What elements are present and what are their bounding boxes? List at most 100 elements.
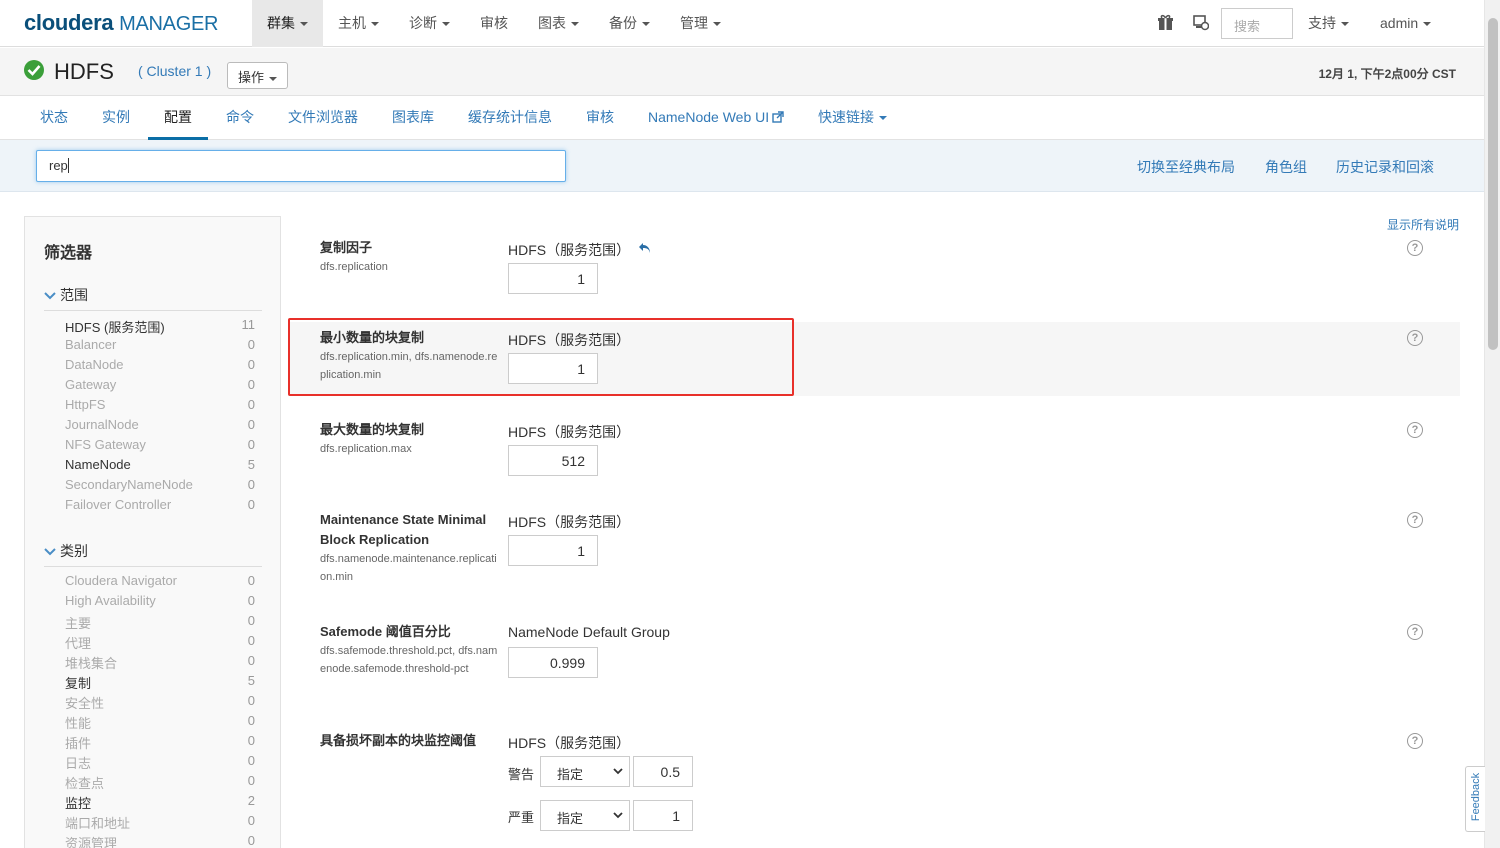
scope-filter-item[interactable]: NFS Gateway 0 xyxy=(65,437,255,457)
config-row-corrupt-replica-threshold: 具备损坏副本的块监控阈值 HDFS（服务范围） ? 警告 指定 0.5 严重 指… xyxy=(288,725,1460,848)
tab-cache-statistics[interactable]: 缓存统计信息 xyxy=(468,96,552,140)
tab-commands[interactable]: 命令 xyxy=(226,96,254,140)
critical-mode-select[interactable]: 指定 xyxy=(540,800,630,831)
category-filter-item[interactable]: 检查点 0 xyxy=(65,773,255,793)
scope-filter-item[interactable]: NameNode 5 xyxy=(65,457,255,477)
filter-item-count: 0 xyxy=(247,613,255,628)
tab-chart-library[interactable]: 图表库 xyxy=(392,96,434,140)
scope-filter-item[interactable]: Balancer 0 xyxy=(65,337,255,357)
scope-filter-item[interactable]: Gateway 0 xyxy=(65,377,255,397)
caret-down-icon xyxy=(879,116,887,121)
replication-max-value-input[interactable]: 512 xyxy=(508,445,598,476)
caret-down-icon xyxy=(300,22,308,27)
tab-audits[interactable]: 审核 xyxy=(586,96,614,140)
nav-charts[interactable]: 图表 xyxy=(523,0,594,47)
current-timestamp[interactable]: 12月 1, 下午2点00分 CST xyxy=(1319,65,1456,82)
scrollbar-thumb[interactable] xyxy=(1488,18,1498,350)
role-groups-link[interactable]: 角色组 xyxy=(1265,157,1307,177)
scope-filter-item[interactable]: SecondaryNameNode 0 xyxy=(65,477,255,497)
category-filter-item[interactable]: 日志 0 xyxy=(65,753,255,773)
filter-item-count: 0 xyxy=(247,437,255,452)
filter-sidebar: 筛选器 范围 HDFS (服务范围) 11 Balancer 0 DataNode 0 Ga… xyxy=(24,216,281,848)
warning-value-input[interactable]: 0.5 xyxy=(633,756,693,787)
history-rollback-link[interactable]: 历史记录和回滚 xyxy=(1336,157,1434,177)
filter-item-label: 插件 xyxy=(65,736,92,751)
caret-down-icon xyxy=(1423,22,1432,27)
tab-quick-links[interactable]: 快速链接 xyxy=(818,96,887,140)
category-filter-item[interactable]: 监控 2 xyxy=(65,793,255,813)
category-filter-item[interactable]: 安全性 0 xyxy=(65,693,255,713)
help-icon[interactable]: ? xyxy=(1407,240,1423,256)
chevron-down-icon xyxy=(44,292,56,300)
nav-audits[interactable]: 审核 xyxy=(465,0,523,47)
filter-item-count: 0 xyxy=(247,773,255,788)
category-filter-item[interactable]: 插件 0 xyxy=(65,733,255,753)
scope-filter-item[interactable]: HttpFS 0 xyxy=(65,397,255,417)
safemode-threshold-value-input[interactable]: 0.999 xyxy=(508,647,598,678)
filter-item-label: SecondaryNameNode xyxy=(65,477,193,492)
tab-namenode-web-ui[interactable]: NameNode Web UI xyxy=(648,96,784,140)
filter-group-scope[interactable]: 范围 xyxy=(44,285,262,311)
chevron-down-icon xyxy=(613,768,623,775)
category-filter-item[interactable]: 代理 0 xyxy=(65,633,255,653)
filter-item-count: 11 xyxy=(241,317,256,332)
maintenance-replication-value-input[interactable]: 1 xyxy=(508,535,598,566)
category-filter-item[interactable]: Cloudera Navigator 0 xyxy=(65,573,255,593)
filter-item-count: 0 xyxy=(247,337,255,352)
tab-status[interactable]: 状态 xyxy=(40,96,68,140)
help-icon[interactable]: ? xyxy=(1407,512,1423,528)
help-icon[interactable]: ? xyxy=(1407,422,1423,438)
page-scrollbar[interactable] xyxy=(1484,0,1500,848)
running-commands-icon[interactable] xyxy=(1192,14,1210,32)
category-filter-item[interactable]: 性能 0 xyxy=(65,713,255,733)
filter-item-label: JournalNode xyxy=(65,417,139,432)
category-filter-item[interactable]: 端口和地址 0 xyxy=(65,813,255,833)
actions-dropdown[interactable]: 操作 xyxy=(227,62,289,89)
scope-filter-item[interactable]: HDFS (服务范围) 11 xyxy=(65,317,255,337)
nav-hosts[interactable]: 主机 xyxy=(323,0,394,47)
caret-down-icon xyxy=(1341,22,1349,27)
critical-value-input[interactable]: 1 xyxy=(633,800,693,831)
filter-item-label: 资源管理 xyxy=(65,836,118,848)
cloudera-manager-logo[interactable]: cloudera MANAGER xyxy=(24,10,218,36)
caret-down-icon xyxy=(642,22,650,27)
tab-file-browser[interactable]: 文件浏览器 xyxy=(288,96,358,140)
category-filter-item[interactable]: 堆栈集合 0 xyxy=(65,653,255,673)
warning-mode-select[interactable]: 指定 xyxy=(540,756,630,787)
filter-item-count: 2 xyxy=(247,793,255,808)
tab-configuration[interactable]: 配置 xyxy=(148,96,208,140)
support-menu[interactable]: 支持 xyxy=(1308,0,1349,47)
help-icon[interactable]: ? xyxy=(1407,624,1423,640)
nav-clusters[interactable]: 群集 xyxy=(252,0,323,47)
undo-icon[interactable] xyxy=(638,242,652,254)
config-row-maintenance-replication-min: Maintenance State Minimal Block Replicat… xyxy=(288,504,1460,604)
nav-diagnostics[interactable]: 诊断 xyxy=(394,0,465,47)
scope-filter-item[interactable]: JournalNode 0 xyxy=(65,417,255,437)
filter-item-count: 0 xyxy=(247,573,255,588)
category-filter-item[interactable]: 主要 0 xyxy=(65,613,255,633)
feedback-button[interactable]: Feedback xyxy=(1465,766,1485,832)
filter-item-label: 监控 xyxy=(65,796,92,811)
category-filter-item[interactable]: 复制 5 xyxy=(65,673,255,693)
filter-item-label: High Availability xyxy=(65,593,156,608)
nav-administration[interactable]: 管理 xyxy=(665,0,736,47)
filter-item-count: 0 xyxy=(247,397,255,412)
filter-item-label: 日志 xyxy=(65,756,92,771)
user-menu[interactable]: admin xyxy=(1380,0,1432,47)
help-icon[interactable]: ? xyxy=(1407,330,1423,346)
help-icon[interactable]: ? xyxy=(1407,733,1423,749)
scope-filter-item[interactable]: DataNode 0 xyxy=(65,357,255,377)
tab-instances[interactable]: 实例 xyxy=(102,96,130,140)
category-filter-item[interactable]: High Availability 0 xyxy=(65,593,255,613)
parcel-icon[interactable] xyxy=(1157,14,1175,32)
global-search-input[interactable]: 搜索 xyxy=(1221,8,1293,39)
cluster-link[interactable]: ( Cluster 1 ) xyxy=(138,63,211,79)
switch-classic-layout-link[interactable]: 切换至经典布局 xyxy=(1137,157,1235,177)
config-search-input[interactable]: rep xyxy=(36,150,566,182)
scope-filter-item[interactable]: Failover Controller 0 xyxy=(65,497,255,517)
category-filter-item[interactable]: 资源管理 0 xyxy=(65,833,255,848)
filter-group-category[interactable]: 类别 xyxy=(44,541,262,567)
nav-backup[interactable]: 备份 xyxy=(594,0,665,47)
replication-value-input[interactable]: 1 xyxy=(508,263,598,294)
filter-item-label: HDFS (服务范围) xyxy=(65,320,165,335)
